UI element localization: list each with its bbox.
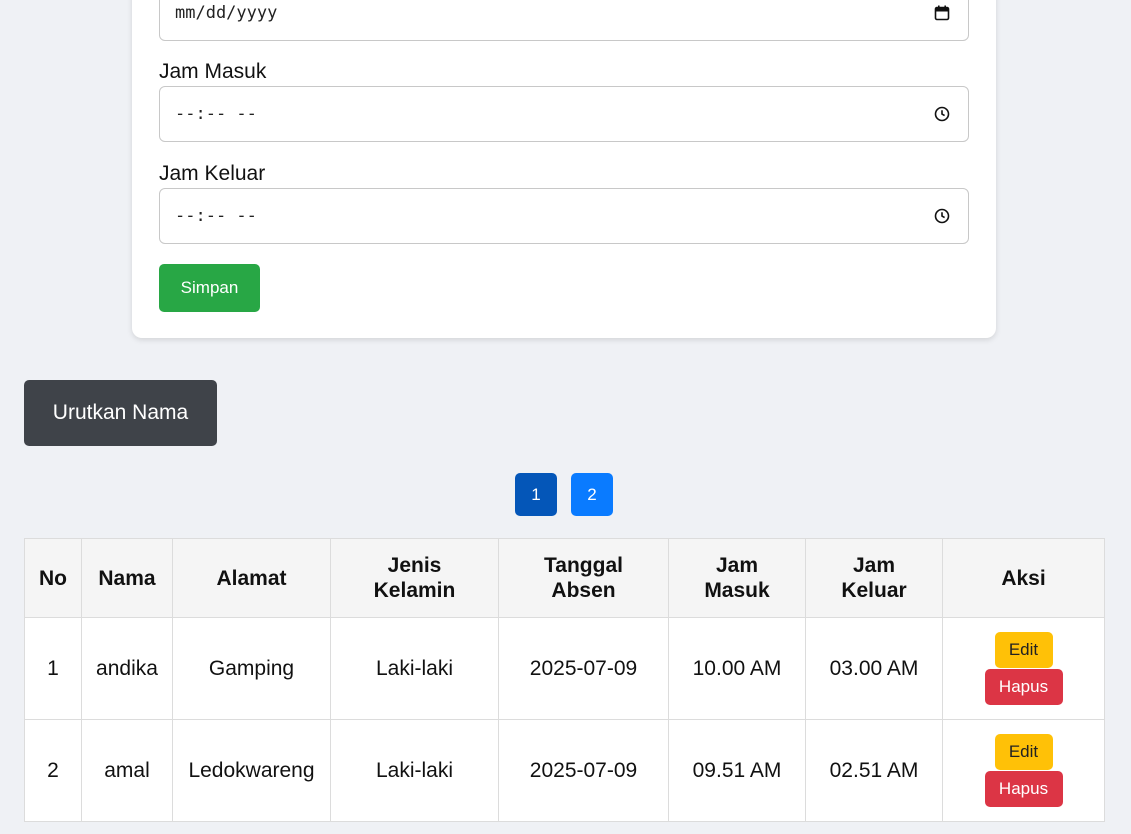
calendar-icon[interactable] bbox=[934, 5, 950, 21]
jam-masuk-value: --:-- -- bbox=[175, 104, 257, 124]
cell-alamat: Gamping bbox=[172, 617, 331, 720]
page-1-button[interactable]: 1 bbox=[515, 473, 557, 516]
jam-keluar-field[interactable]: --:-- -- bbox=[159, 188, 969, 244]
cell-no: 1 bbox=[24, 617, 82, 720]
cell-aksi: Edit Hapus bbox=[942, 719, 1105, 822]
page-2-button[interactable]: 2 bbox=[571, 473, 613, 516]
cell-jam-keluar: 02.51 AM bbox=[805, 719, 943, 822]
header-jenis-kelamin: Jenis Kelamin bbox=[330, 538, 499, 618]
cell-alamat: Ledokwareng bbox=[172, 719, 331, 822]
hapus-button[interactable]: Hapus bbox=[984, 771, 1063, 807]
edit-button[interactable]: Edit bbox=[994, 632, 1053, 668]
header-no: No bbox=[24, 538, 82, 618]
cell-nama: amal bbox=[81, 719, 173, 822]
header-jam-keluar: Jam Keluar bbox=[805, 538, 943, 618]
cell-jam-keluar: 03.00 AM bbox=[805, 617, 943, 720]
cell-tanggal: 2025-07-09 bbox=[498, 617, 669, 720]
table-row: 2 amal Ledokwareng Laki-laki 2025-07-09 … bbox=[24, 719, 1105, 822]
cell-jenis-kelamin: Laki-laki bbox=[330, 617, 499, 720]
header-aksi: Aksi bbox=[942, 538, 1105, 618]
jam-masuk-field[interactable]: --:-- -- bbox=[159, 86, 969, 142]
clock-icon[interactable] bbox=[934, 106, 950, 122]
tanggal-absen-value: mm/dd/yyyy bbox=[175, 3, 278, 23]
cell-jam-masuk: 09.51 AM bbox=[668, 719, 806, 822]
jam-keluar-label: Jam Keluar bbox=[159, 162, 266, 185]
hapus-button[interactable]: Hapus bbox=[984, 669, 1063, 705]
table-row: 1 andika Gamping Laki-laki 2025-07-09 10… bbox=[24, 617, 1105, 720]
tanggal-absen-field[interactable]: mm/dd/yyyy bbox=[159, 0, 969, 41]
header-tanggal-absen: Tanggal Absen bbox=[498, 538, 669, 618]
attendance-table: No Nama Alamat Jenis Kelamin Tanggal Abs… bbox=[24, 538, 1105, 822]
cell-jenis-kelamin: Laki-laki bbox=[330, 719, 499, 822]
cell-jam-masuk: 10.00 AM bbox=[668, 617, 806, 720]
jam-masuk-label: Jam Masuk bbox=[159, 60, 267, 83]
cell-no: 2 bbox=[24, 719, 82, 822]
header-nama: Nama bbox=[81, 538, 173, 618]
cell-aksi: Edit Hapus bbox=[942, 617, 1105, 720]
jam-keluar-value: --:-- -- bbox=[175, 206, 257, 226]
clock-icon[interactable] bbox=[934, 208, 950, 224]
header-alamat: Alamat bbox=[172, 538, 331, 618]
table-header-row: No Nama Alamat Jenis Kelamin Tanggal Abs… bbox=[24, 538, 1105, 618]
cell-nama: andika bbox=[81, 617, 173, 720]
header-jam-masuk: Jam Masuk bbox=[668, 538, 806, 618]
edit-button[interactable]: Edit bbox=[994, 734, 1053, 770]
urutkan-nama-button[interactable]: Urutkan Nama bbox=[24, 380, 217, 446]
simpan-button[interactable]: Simpan bbox=[159, 264, 260, 312]
cell-tanggal: 2025-07-09 bbox=[498, 719, 669, 822]
